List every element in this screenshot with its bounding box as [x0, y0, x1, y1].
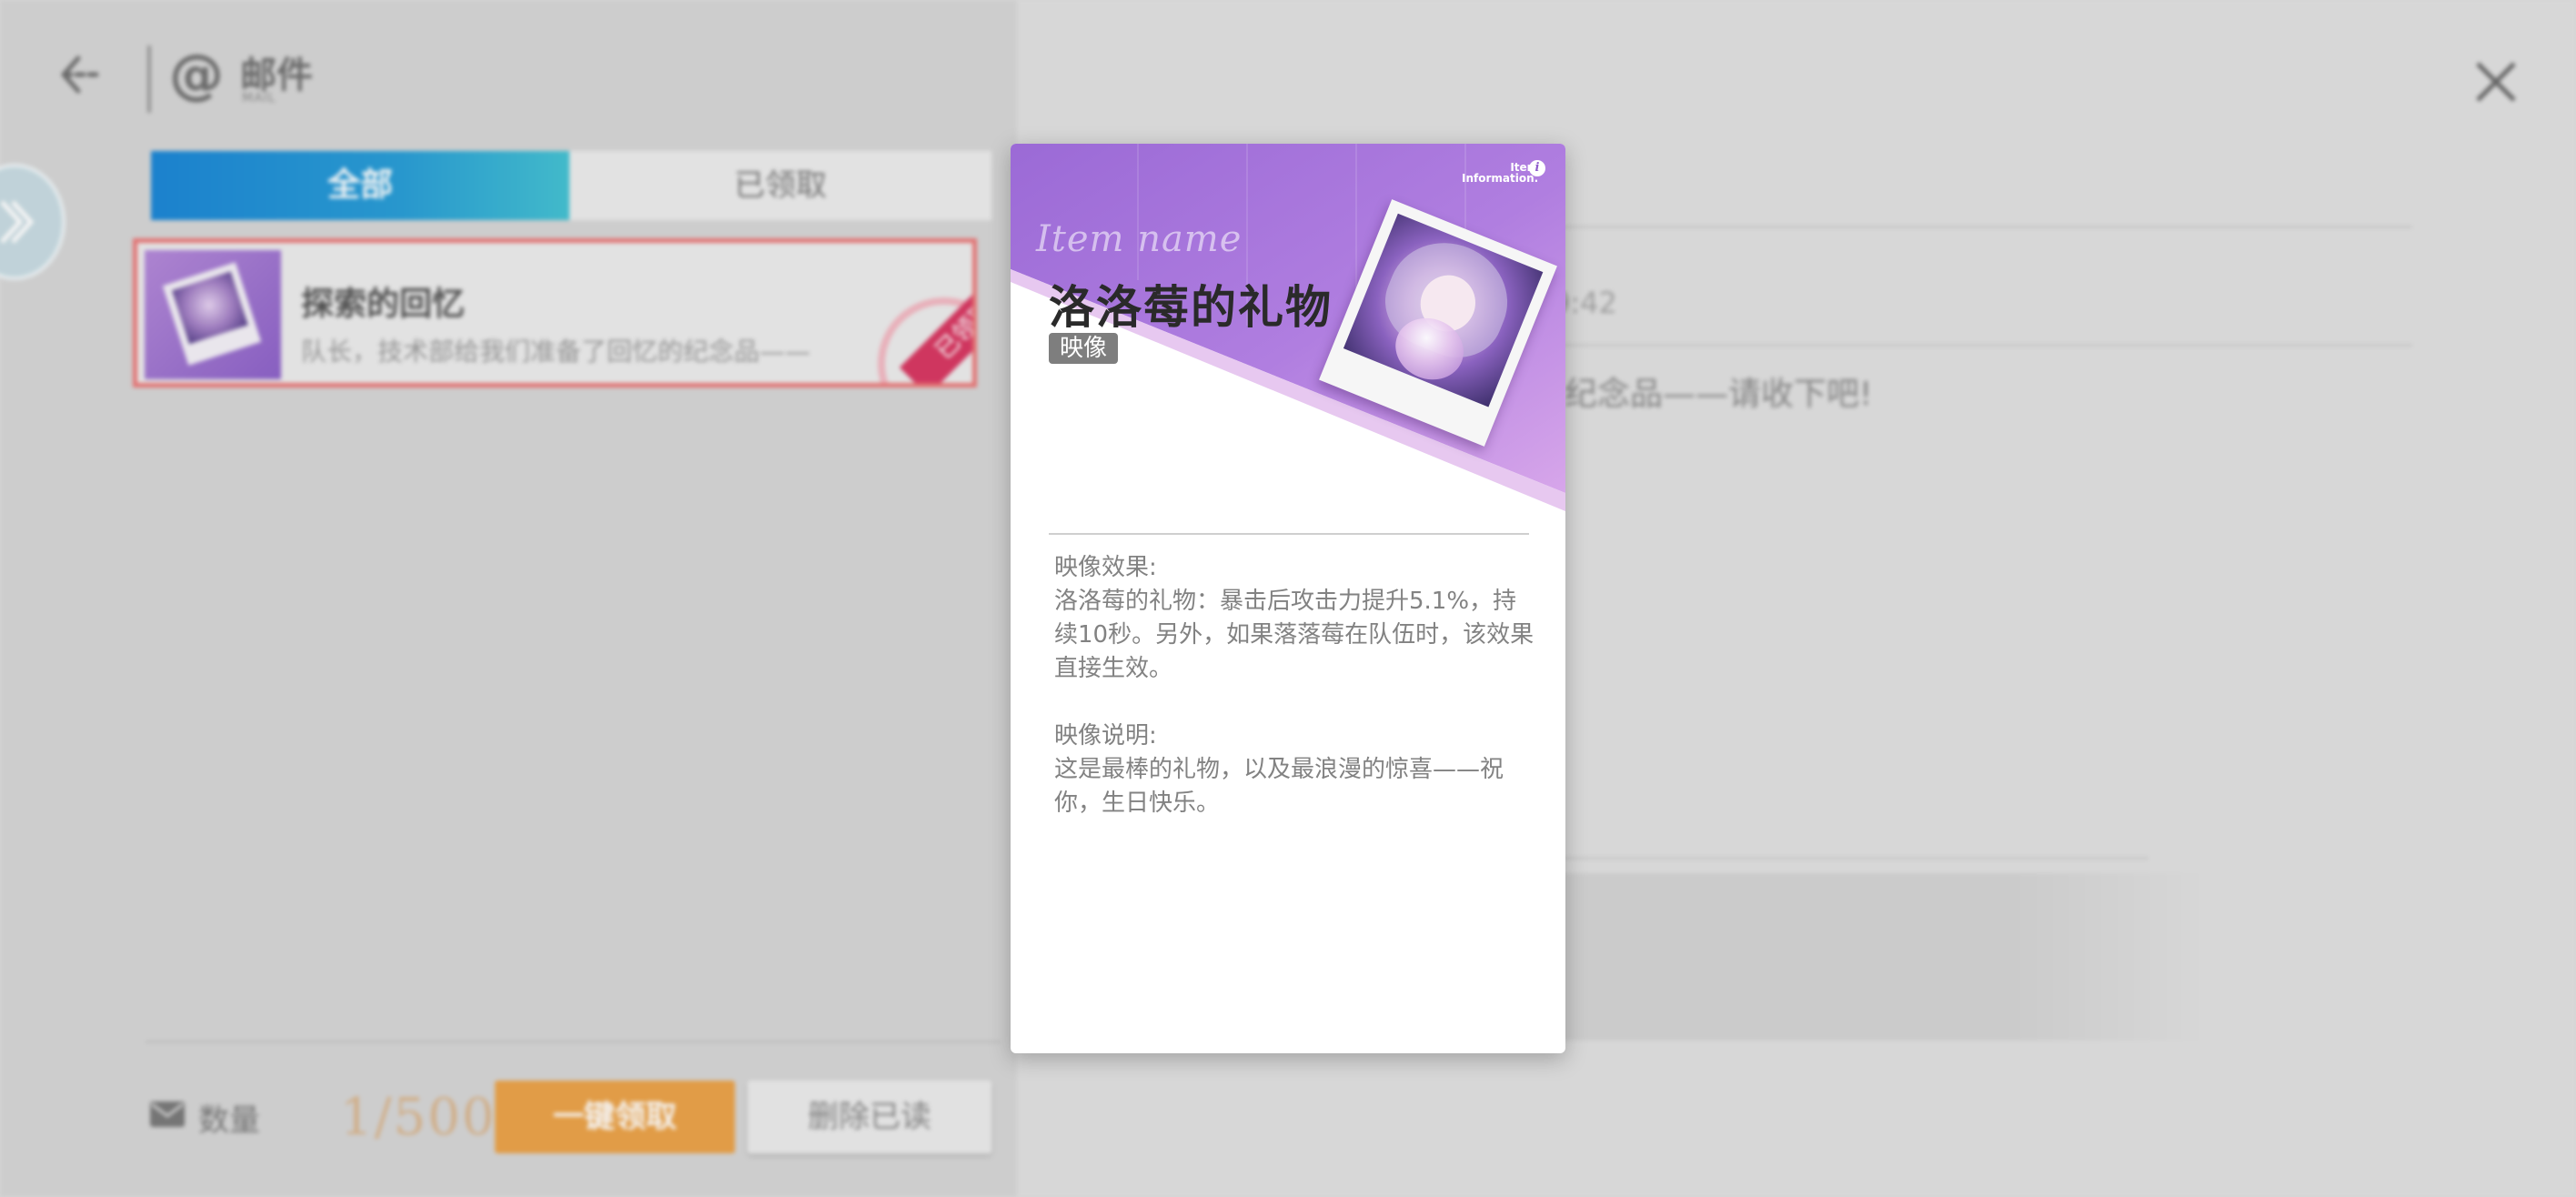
item-name: 洛洛莓的礼物 [1049, 281, 1333, 334]
item-info-card: Item Information. i Item name 洛洛莓的礼物 映像 … [1011, 144, 1565, 1053]
item-description: 映像效果: 洛洛莓的礼物：暴击后攻击力提升5.1%，持续10秒。另外，如果落落莓… [1054, 551, 1536, 820]
effect-heading: 映像效果: [1054, 554, 1157, 581]
description-heading: 映像说明: [1054, 722, 1157, 749]
description-text: 这是最棒的礼物，以及最浪漫的惊喜——祝你，生日快乐。 [1054, 756, 1504, 817]
item-type-tag: 映像 [1049, 333, 1119, 364]
info-icon[interactable]: i [1529, 160, 1545, 176]
card-divider [1049, 533, 1529, 535]
item-name-script: Item name [1036, 218, 1243, 260]
item-information-label: Item Information. [1462, 161, 1539, 185]
effect-text: 洛洛莓的礼物：暴击后攻击力提升5.1%，持续10秒。另外，如果落落莓在队伍时，该… [1054, 588, 1535, 682]
